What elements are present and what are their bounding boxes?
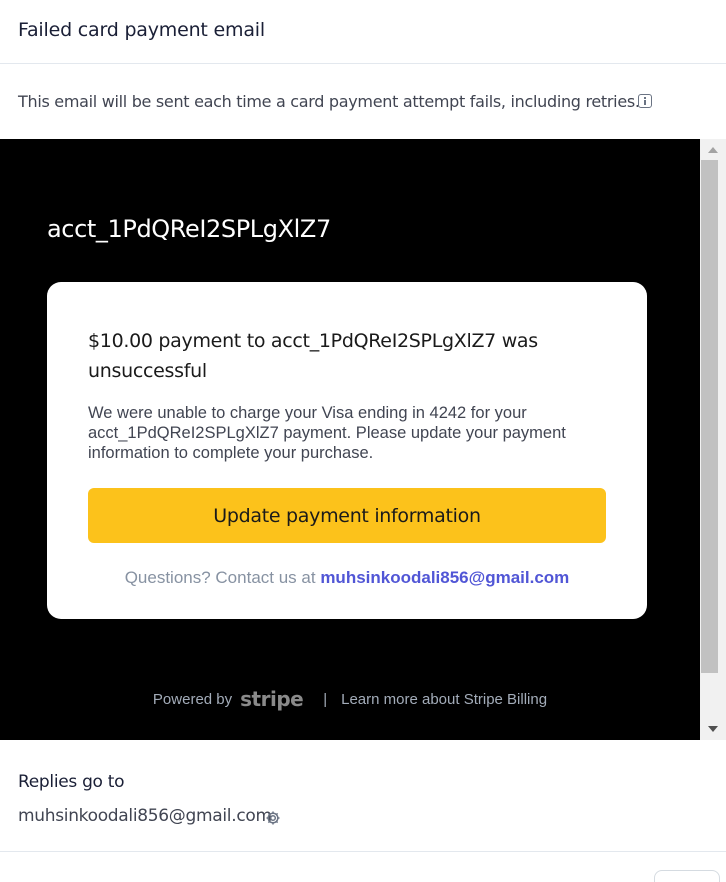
replies-label: Replies go to [18, 772, 125, 792]
footer-separator: | [323, 690, 328, 708]
contact-email-link[interactable]: muhsinkoodali856@gmail.com [320, 568, 569, 587]
preview-scrollbar[interactable] [700, 139, 726, 740]
questions-line: Questions? Contact us at muhsinkoodali85… [47, 568, 647, 588]
update-payment-button[interactable]: Update payment information [88, 488, 606, 543]
page-title: Failed card payment email [18, 19, 265, 41]
powered-by-text: Powered by [152, 690, 233, 708]
header: Failed card payment email [0, 0, 726, 64]
email-description: This email will be sent each time a card… [18, 92, 640, 111]
gear-icon[interactable] [265, 810, 281, 826]
replies-email: muhsinkoodali856@gmail.com [18, 806, 272, 826]
scroll-up-arrow-icon[interactable] [708, 147, 718, 153]
scroll-down-arrow-icon[interactable] [708, 726, 718, 732]
info-icon[interactable] [638, 94, 652, 108]
footer-button[interactable] [654, 870, 720, 882]
card-body: We were unable to charge your Visa endin… [88, 404, 566, 462]
learn-more-link[interactable]: Learn more about Stripe Billing [341, 691, 547, 708]
email-footer: Powered by stripe | Learn more about Stripe… [0, 687, 700, 711]
scrollbar-thumb[interactable] [701, 160, 718, 673]
email-card: $10.00 payment to acct_1PdQReI2SPLgXlZ7 … [47, 282, 647, 619]
email-preview: acct_1PdQReI2SPLgXlZ7 $10.00 payment to … [0, 139, 726, 740]
divider [0, 851, 726, 852]
questions-text: Questions? Contact us at [124, 568, 316, 587]
card-heading: $10.00 payment to acct_1PdQReI2SPLgXlZ7 … [88, 330, 538, 382]
stripe-logo: stripe [240, 687, 304, 711]
account-title: acct_1PdQReI2SPLgXlZ7 [47, 215, 331, 243]
